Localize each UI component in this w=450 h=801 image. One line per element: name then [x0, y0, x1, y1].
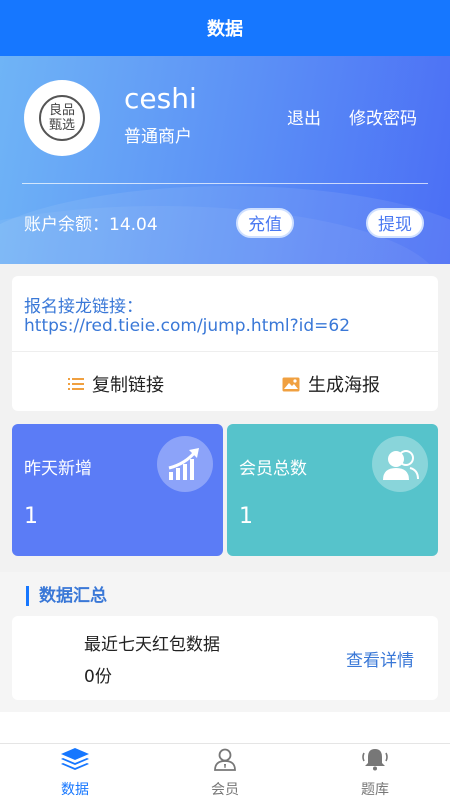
tab-members[interactable]: 会员 [150, 744, 300, 801]
page-title: 数据 [207, 19, 243, 40]
summary-card-value: 0份 [84, 667, 112, 687]
generate-poster-button[interactable]: 生成海报 [282, 371, 380, 397]
divider [22, 183, 428, 184]
signup-link-url[interactable]: https://red.tieie.com/jump.html?id=62 [24, 316, 350, 336]
signup-link-label: 报名接龙链接： [24, 297, 143, 317]
user-icon [213, 747, 237, 775]
section-title: 数据汇总 [26, 586, 107, 606]
view-details-button[interactable]: 查看详情 [346, 646, 414, 671]
generate-poster-label: 生成海报 [308, 375, 380, 396]
account-balance: 账户余额：14.04 [24, 210, 158, 235]
top-bar: 数据 [0, 0, 450, 56]
profile-header: 良品甄选 ceshi 普通商户 退出 修改密码 账户余额：14.04 充值 提现 [0, 56, 450, 264]
tab-label: 题库 [361, 781, 389, 798]
recharge-button[interactable]: 充值 [236, 208, 294, 238]
withdraw-button[interactable]: 提现 [366, 208, 424, 238]
avatar: 良品甄选 [24, 80, 100, 156]
stat-card-total-members[interactable]: 会员总数 1 [227, 424, 438, 556]
signup-link-card: 报名接龙链接： https://red.tieie.com/jump.html?… [12, 276, 438, 411]
growth-chart-icon [157, 436, 213, 492]
tab-label: 会员 [211, 781, 239, 798]
copy-link-button[interactable]: 复制链接 [68, 371, 164, 397]
data-summary-section: 数据汇总 最近七天红包数据 0份 查看详情 [0, 572, 450, 712]
bottom-tab-bar: 数据 会员 题库 [0, 743, 450, 801]
spacer [0, 712, 450, 743]
bell-icon [361, 747, 389, 775]
merchant-type: 普通商户 [124, 127, 192, 147]
stat-value: 1 [24, 504, 38, 529]
balance-value: 14.04 [109, 215, 158, 235]
tab-data[interactable]: 数据 [0, 744, 150, 801]
stat-value: 1 [239, 504, 253, 529]
members-icon [372, 436, 428, 492]
stat-card-new-yesterday[interactable]: 昨天新增 1 [12, 424, 223, 556]
image-icon [282, 377, 300, 392]
tab-question-bank[interactable]: 题库 [300, 744, 450, 801]
list-icon [68, 377, 84, 391]
tab-label: 数据 [61, 781, 89, 798]
divider [12, 351, 438, 352]
balance-label: 账户余额： [24, 215, 109, 235]
layers-icon [60, 747, 90, 775]
copy-link-label: 复制链接 [92, 375, 164, 396]
username: ceshi [124, 82, 197, 115]
stat-title: 昨天新增 [24, 459, 92, 479]
stat-title: 会员总数 [239, 459, 307, 479]
logout-button[interactable]: 退出 [287, 104, 321, 129]
change-password-button[interactable]: 修改密码 [349, 104, 417, 129]
summary-card-title: 最近七天红包数据 [84, 635, 220, 655]
avatar-logo: 良品甄选 [39, 95, 85, 141]
red-packet-summary-card: 最近七天红包数据 0份 查看详情 [12, 616, 438, 700]
